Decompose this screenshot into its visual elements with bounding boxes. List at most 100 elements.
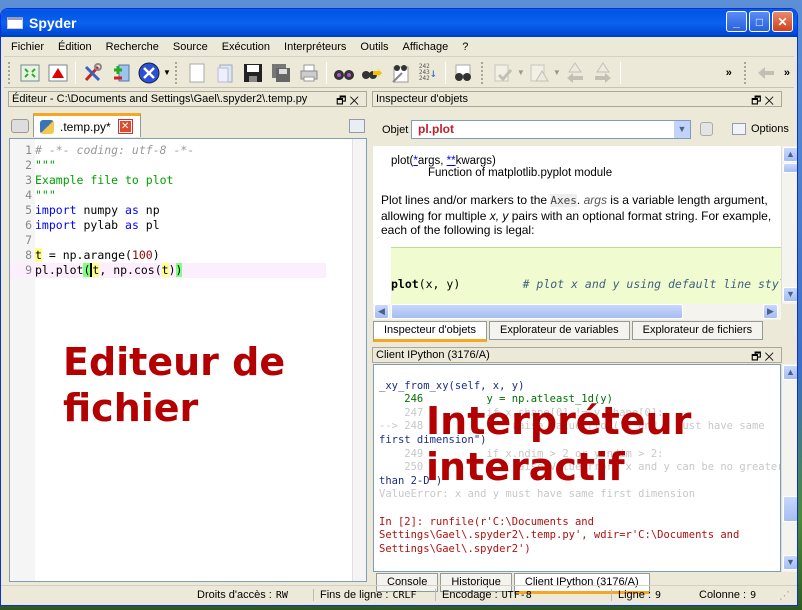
scroll-up-icon[interactable]: ▲ [783,147,797,162]
menu-edition[interactable]: Édition [51,41,99,53]
options-button[interactable]: Options [751,123,789,135]
menu-recherche[interactable]: Recherche [99,41,166,53]
object-combobox[interactable]: pl.plot ▼ [411,120,691,139]
spyder-window: Spyder _ □ ✕ Fichier Édition Recherche S… [0,8,798,606]
next-warning-icon[interactable] [590,61,616,85]
scroll-down-icon[interactable]: ▼ [783,287,797,302]
object-label: Objet [382,124,409,136]
editor-options-icon[interactable] [349,119,365,133]
toolbar-overflow-button[interactable]: » [726,67,732,79]
resize-grip-icon[interactable]: ⋰ [779,589,790,602]
scroll-up-icon[interactable]: ▲ [783,365,797,380]
tab-inspecteur-objets[interactable]: Inspecteur d'objets [373,321,487,342]
ipython-console[interactable]: _xy_from_xy(self, x, y) 246 y = np.atlea… [373,364,781,572]
scroll-thumb[interactable] [783,496,797,522]
console-annotation: Interpréteur interactif [426,399,692,489]
console-line: _xy_from_xy(self, x, y) [379,379,525,392]
lock-icon[interactable] [700,122,713,136]
editor-path: Éditeur - C:\Documents and Settings\Gael… [12,93,308,105]
preferences-icon[interactable] [80,61,106,85]
print-icon[interactable] [296,61,322,85]
undock-icon[interactable]: 🗗 [751,351,764,363]
save-all-icon[interactable] [268,61,294,85]
code-editor[interactable]: 1 # -*- coding: utf-8 -*- 2 """ 3 Example f… [9,138,367,582]
undock-icon[interactable]: 🗗 [751,95,764,107]
browse-tabs-icon[interactable] [11,119,29,133]
menu-source[interactable]: Source [166,41,215,53]
tab-temp-py[interactable]: .temp.py* ✕ [33,113,141,137]
editor-pane-header: Éditeur - C:\Documents and Settings\Gael… [8,91,367,107]
menu-outils[interactable]: Outils [353,41,395,53]
rich-text-viewer[interactable]: plot(*args, **kwargs) Function of matplo… [373,146,781,304]
example-line: plot(x, y) # plot x and y using default … [391,277,781,291]
python-file-icon [40,119,54,134]
run-dropdown-arrow-icon[interactable]: ▼ [517,68,525,77]
scroll-thumb[interactable] [783,163,797,173]
console-line: ValueError: x and y must have same first… [379,488,696,501]
tools-dropdown-arrow-icon[interactable]: ▼ [163,68,171,77]
editor-scrollbar[interactable] [352,139,366,581]
close-pane-icon[interactable] [45,61,71,85]
pythonpath-manager-icon[interactable] [108,61,134,85]
current-code-line: 9 pl.plot(t, np.cos(t)) [10,263,326,278]
tools-menu-icon[interactable] [136,61,162,85]
console-pane-header: Client IPython (3176/A) 🗗✕ [372,347,782,363]
find-in-files-icon[interactable] [450,61,476,85]
maximize-button[interactable]: □ [749,11,770,32]
title-bar[interactable]: Spyder _ □ ✕ [1,9,797,37]
tab-explorateur-fichiers[interactable]: Explorateur de fichiers [631,321,764,340]
inspector-horizontal-scrollbar[interactable]: ◀ ▶ [373,304,781,320]
code-line: 1 # -*- coding: utf-8 -*- [25,143,195,157]
scroll-left-icon[interactable]: ◀ [374,304,389,319]
menu-execution[interactable]: Exécution [215,41,277,53]
close-button[interactable]: ✕ [772,11,793,32]
menu-bar: Fichier Édition Recherche Source Exécuti… [4,37,794,57]
menu-help[interactable]: ? [455,41,475,53]
status-line: Ligne :9 [611,589,661,601]
menu-fichier[interactable]: Fichier [4,41,51,53]
tab-explorateur-variables[interactable]: Explorateur de variables [489,321,630,340]
docstring-paragraph: Plot lines and/or markers to the Axes. a… [381,193,772,237]
close-pane-icon[interactable]: ✕ [349,95,362,107]
find-next-icon[interactable] [359,61,385,85]
close-pane-icon[interactable]: ✕ [764,351,777,363]
open-file-icon[interactable] [212,61,238,85]
console-line: Settings\Gael\.spyder2\.temp.py', wdir=r… [379,529,740,542]
code-line: 8t = np.arange(100) [25,248,160,262]
menu-affichage[interactable]: Affichage [396,41,456,53]
debug-dropdown-arrow-icon[interactable]: ▼ [553,68,561,77]
find-icon[interactable] [331,61,357,85]
toolbar-overflow-button-2[interactable]: » [784,67,790,79]
maximize-pane-icon[interactable] [17,61,43,85]
run-icon[interactable] [490,61,516,85]
inspector-vertical-scrollbar[interactable]: ▲ ▼ [781,146,797,304]
console-vertical-scrollbar[interactable]: ▲ ▼ [781,364,797,572]
replace-icon[interactable] [387,61,413,85]
scroll-thumb[interactable] [391,304,683,319]
console-prompt: In [3]: [379,570,780,571]
back-icon[interactable] [753,61,779,85]
minimize-button[interactable]: _ [726,11,747,32]
previous-warning-icon[interactable] [562,61,588,85]
close-tab-icon[interactable]: ✕ [117,119,133,134]
chevron-down-icon[interactable]: ▼ [674,121,690,138]
scroll-right-icon[interactable]: ▶ [763,304,778,319]
function-signature: plot(*args, **kwargs) Function of matplo… [391,155,613,179]
code-line: 2 """ [25,158,56,172]
menu-interpreteurs[interactable]: Interpréteurs [277,41,353,53]
save-icon[interactable] [240,61,266,85]
console-line: Settings\Gael\.spyder2') [379,542,531,555]
debug-icon[interactable] [526,61,552,85]
undock-icon[interactable]: 🗗 [336,95,349,107]
close-pane-icon[interactable]: ✕ [764,95,777,107]
scroll-down-icon[interactable]: ▼ [783,555,797,570]
goto-line-icon[interactable]: 242 243 242 ↓ [415,61,441,85]
code-area[interactable]: 1 # -*- coding: utf-8 -*- 2 """ 3 Example f… [10,143,326,278]
toolbar-grip[interactable] [8,61,12,84]
new-file-icon[interactable] [184,61,210,85]
main-toolbar: ▼ 242 243 242 ↓ ▼ ▼ » » [4,58,794,88]
code-line: 5 import numpy as np [25,203,160,217]
app-icon [7,17,23,29]
console-line: In [2]: runfile(r'C:\Documents and [379,515,594,528]
